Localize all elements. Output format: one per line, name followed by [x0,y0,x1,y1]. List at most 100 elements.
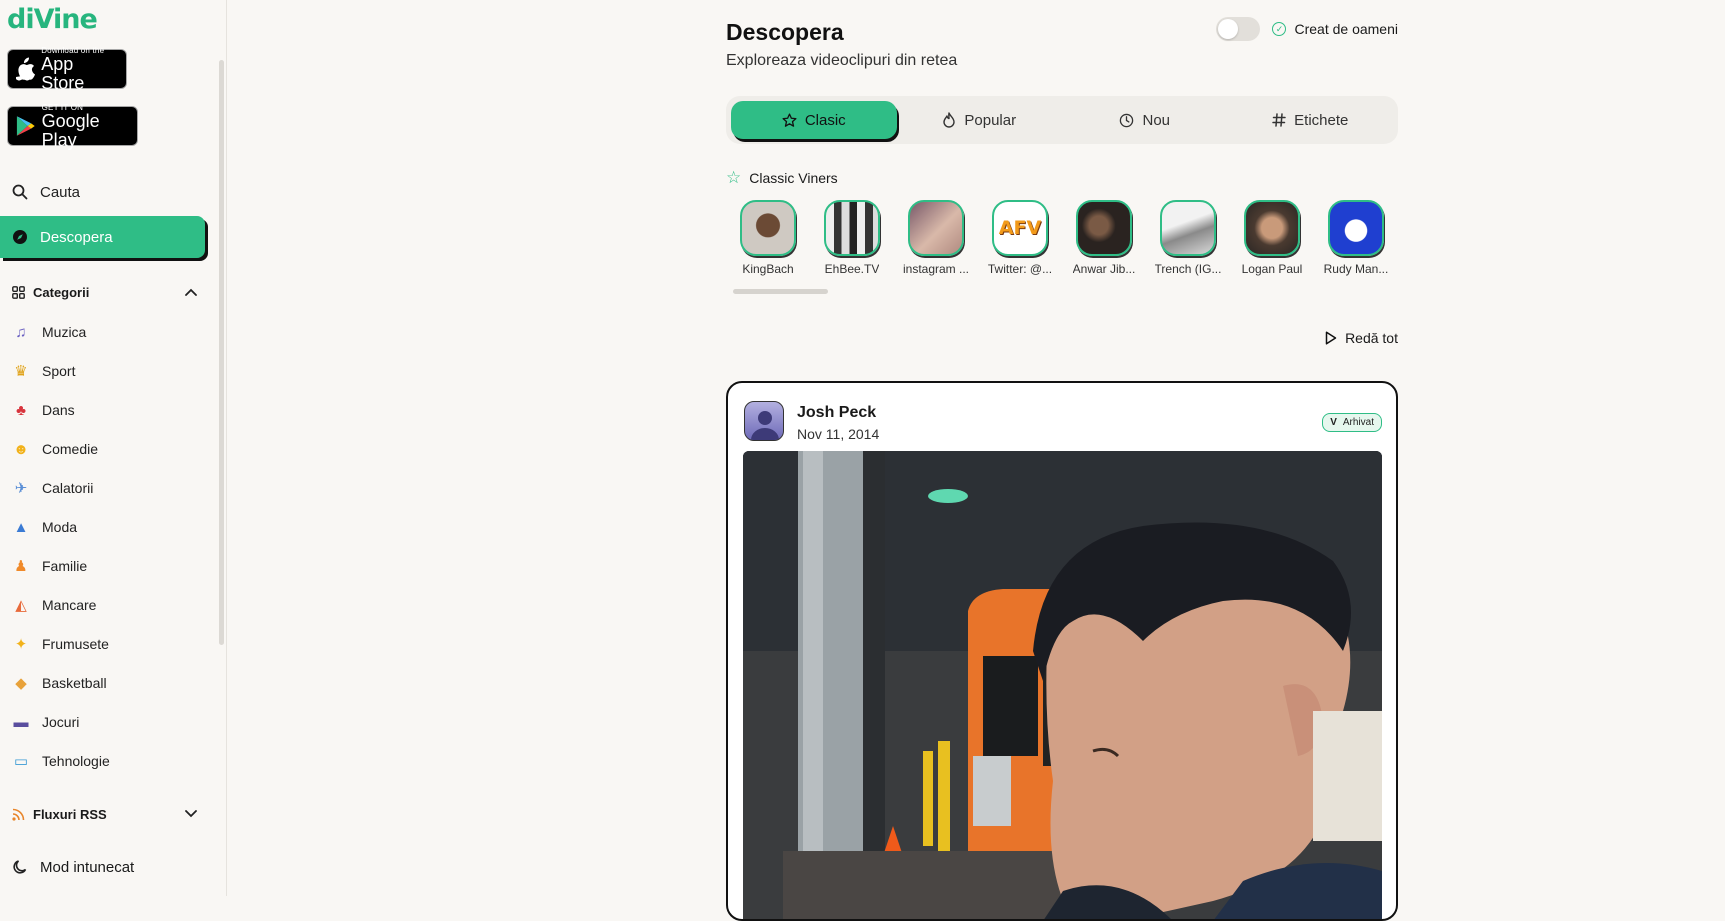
sparkles-icon: ✦ [14,636,28,653]
afv-logo-icon: AFV [998,217,1042,239]
nav-item-search-label: Cauta [40,183,81,201]
pizza-icon: ◭ [15,597,27,614]
classic-viners-header: ☆ Classic Viners [726,168,838,188]
tab-tags[interactable]: Etichete [1228,101,1394,139]
hashtag-icon [1272,113,1286,127]
rss-feeds-header[interactable]: Fluxuri RSS [12,802,197,826]
categories-header-label: Categorii [33,284,90,300]
tab-new[interactable]: Nou [1062,101,1228,139]
tab-popular-label: Popular [964,111,1017,129]
viner-name: Logan Paul [1241,262,1303,276]
category-item-food[interactable]: ◭ Mancare [12,590,202,620]
tab-popular[interactable]: Popular [897,101,1063,139]
category-item-technology[interactable]: ▭ Tehnologie [12,746,202,776]
category-label: Calatorii [42,480,94,496]
human-made-label: Creat de oameni [1294,21,1398,37]
archived-badge: V Arhivat [1322,413,1382,432]
tab-new-label: Nou [1142,111,1171,129]
viner-name: instagram ... [902,262,970,276]
dark-mode-toggle[interactable]: Mod intunecat [12,855,134,879]
music-note-icon: ♫ [15,323,27,341]
play-all-label: Redă tot [1345,330,1398,346]
avatar: AFV [992,200,1048,256]
google-play-big-text: Google Play [41,110,100,150]
post-author-name[interactable]: Josh Peck [797,404,876,422]
viner-item[interactable]: instagram ... [897,200,975,276]
category-item-beauty[interactable]: ✦ Frumusete [12,629,202,659]
nav-item-discover[interactable]: Descopera [0,216,205,258]
viner-name: Twitter: @... [987,262,1053,276]
computer-icon: ▭ [13,753,29,770]
airplane-icon: ✈ [14,480,28,497]
nav-item-search[interactable]: Cauta [0,171,205,213]
viner-name: EhBee.TV [824,262,880,276]
apple-icon [16,57,36,81]
google-play-icon [16,116,35,136]
avatar [1076,200,1132,256]
category-item-comedy[interactable]: ☻ Comedie [12,434,202,464]
chevron-up-icon[interactable] [185,288,197,296]
basketball-icon: ◆ [15,675,27,692]
discover-tabs: Clasic Popular Nou Etichete [726,96,1398,144]
viner-name: KingBach [742,262,794,276]
video-player[interactable] [743,451,1382,919]
tab-classic[interactable]: Clasic [731,101,897,139]
viner-item[interactable]: EhBee.TV [813,200,891,276]
page-title: Descopera [726,19,844,45]
category-label: Familie [42,558,88,574]
category-item-travel[interactable]: ✈ Calatorii [12,473,202,503]
category-item-music[interactable]: ♫ Muzica [12,317,202,347]
category-label: Dans [42,402,75,418]
app-store-badge[interactable]: Download on the App Store [7,46,127,92]
avatar [740,200,796,256]
viner-item[interactable]: Logan Paul [1233,200,1311,276]
viner-name: Anwar Jib... [1072,262,1136,276]
viners-scrollbar[interactable] [733,289,828,294]
sidebar: diVine Download on the App Store GET IT … [0,0,227,896]
check-circle-icon: ✓ [1272,22,1287,36]
viner-item[interactable]: Trench (IG... [1149,200,1227,276]
category-item-games[interactable]: ▬ Jocuri [12,707,202,737]
video-post-card: Josh Peck Nov 11, 2014 V Arhivat [726,381,1398,921]
human-made-toggle[interactable] [1216,17,1261,41]
trophy-icon: ♛ [14,363,28,380]
family-icon: ♟ [14,558,28,575]
category-label: Sport [42,363,76,379]
category-item-fashion[interactable]: ▲ Moda [12,512,202,542]
archived-label: Arhivat [1342,417,1374,428]
category-item-basketball[interactable]: ◆ Basketball [12,668,202,698]
viner-item[interactable]: AFV Twitter: @... [981,200,1059,276]
divine-logo[interactable]: diVine [7,4,98,35]
category-label: Basketball [42,675,107,691]
category-label: Comedie [42,441,99,457]
tab-tags-label: Etichete [1294,111,1349,129]
star-icon [782,112,797,127]
play-all-button[interactable]: Redă tot [1325,330,1398,346]
dark-mode-label: Mod intunecat [40,858,135,876]
rss-feeds-label: Fluxuri RSS [33,806,107,822]
category-item-family[interactable]: ♟ Familie [12,551,202,581]
author-avatar[interactable] [744,401,784,441]
compass-icon [13,230,27,244]
viner-item[interactable]: Anwar Jib... [1065,200,1143,276]
gamepad-icon: ▬ [13,713,29,731]
category-label: Moda [42,519,78,535]
google-play-badge[interactable]: GET IT ON Google Play [7,103,138,149]
post-date: Nov 11, 2014 [797,426,880,442]
viner-item[interactable]: KingBach [729,200,807,276]
star-icon: ☆ [726,168,742,187]
category-item-sport[interactable]: ♛ Sport [12,356,202,386]
laughing-face-icon: ☻ [13,440,29,458]
categories-header[interactable]: Categorii [12,280,197,304]
category-label: Mancare [42,597,97,613]
sidebar-scrollbar[interactable] [219,60,224,645]
clock-icon [1120,113,1134,127]
chevron-down-icon[interactable] [185,810,197,818]
category-item-dance[interactable]: ♣ Dans [12,395,202,425]
vine-v-icon: V [1330,417,1337,428]
category-label: Jocuri [42,714,80,730]
viner-item[interactable]: Rudy Man... [1317,200,1395,276]
moon-icon [13,860,27,874]
tab-classic-label: Clasic [804,111,846,129]
search-icon [12,184,28,200]
